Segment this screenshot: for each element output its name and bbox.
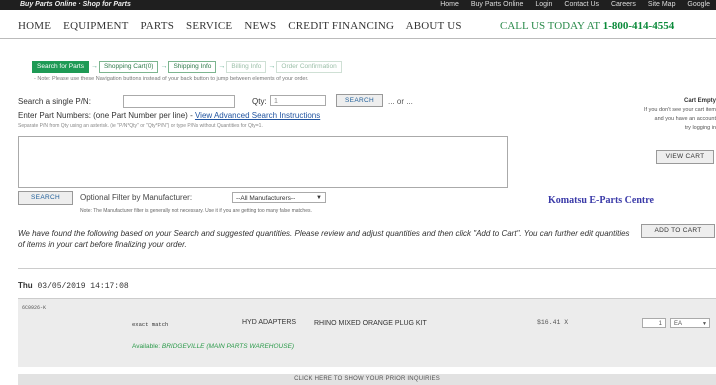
cart-hint-line: If you don't see your cart item [644,107,716,113]
utility-link-login[interactable]: Login [535,1,552,8]
manufacturer-filter-value: --All Manufacturers-- [236,195,296,202]
site-brand[interactable]: Buy Parts Online · Shop for Parts [20,0,131,10]
result-price: $16.41 X [537,319,569,326]
result-part-code: 6C0926-K [22,305,47,311]
result-description: RHINO MIXED ORANGE PLUG KIT [314,320,427,327]
availability-location: BRIDGEVILLE (MAIN PARTS WAREHOUSE) [161,343,295,350]
utility-link-google[interactable]: Google [687,1,710,8]
step-arrow-icon: → [218,63,226,70]
nav-menu: HOME EQUIPMENT PARTS SERVICE NEWS CREDIT… [18,20,471,32]
add-to-cart-button[interactable]: ADD TO CART [641,224,715,238]
single-pn-input[interactable] [123,95,235,108]
main-nav: HOME EQUIPMENT PARTS SERVICE NEWS CREDIT… [0,14,716,39]
nav-item-credit-financing[interactable]: CREDIT FINANCING [288,20,394,32]
uom-value: EA [674,321,683,327]
steps-note: - Note: Please use these Navigation butt… [34,76,309,82]
result-match-type: exact match [132,321,169,328]
search-button[interactable]: SEARCH [336,94,383,107]
search-multi-button[interactable]: SEARCH [18,191,73,205]
result-uom-select[interactable]: EA ▼ [670,318,710,328]
order-steps: Search for Parts → Shopping Cart(0) → Shippi… [32,61,344,73]
nav-item-service[interactable]: SERVICE [186,20,232,32]
nav-item-about-us[interactable]: ABOUT US [406,20,462,32]
utility-link-site-map[interactable]: Site Map [648,1,676,8]
manufacturer-filter-label: Optional Filter by Manufacturer: [80,193,193,202]
result-availability: Available: BRIDGEVILLE (MAIN PARTS WAREH… [132,343,294,350]
step-billing-info: Billing Info [226,61,267,73]
qty-label: Qty: [252,97,267,106]
step-arrow-icon: → [268,63,276,70]
call-us-label: CALL US TODAY AT [500,20,600,32]
view-cart-button[interactable]: VIEW CART [656,150,714,164]
result-category: HYD ADAPTERS [242,319,297,326]
utility-link-careers[interactable]: Careers [611,1,636,8]
availability-label: Available: [132,343,161,350]
step-search-for-parts[interactable]: Search for Parts [32,61,89,73]
manufacturer-filter-select[interactable]: --All Manufacturers-- ▼ [232,192,326,203]
cart-summary: Cart Empty If you don't see your cart it… [586,97,716,133]
utility-link-contact[interactable]: Contact Us [564,1,599,8]
nav-item-equipment[interactable]: EQUIPMENT [63,20,128,32]
step-arrow-icon: → [160,63,168,70]
show-prior-inquiries-link[interactable]: CLICK HERE TO SHOW YOUR PRIOR INQUIRIES [18,374,716,385]
result-row: 6C0926-K exact match HYD ADAPTERS RHINO … [18,298,716,367]
multi-pn-textarea[interactable] [18,136,508,188]
separator-note: Separate P/N from Qty using an asterisk.… [18,123,263,129]
phone-number[interactable]: 1-800-414-4554 [603,20,675,32]
or-separator: ... or ... [388,97,413,106]
step-arrow-icon: → [90,63,98,70]
step-shipping-info[interactable]: Shipping Info [168,61,217,73]
step-order-confirmation: Order Confirmation [276,61,342,73]
chevron-down-icon: ▼ [316,195,322,201]
multi-pn-label: Enter Part Numbers: (one Part Number per… [18,111,320,120]
datetime-value: 03/05/2019 14:17:08 [37,282,129,291]
qty-input[interactable]: 1 [270,95,326,106]
result-qty-input[interactable]: 1 [642,318,666,328]
manufacturer-filter-note: Note: The Manufacturer filter is general… [80,208,312,214]
utility-link-buy-parts[interactable]: Buy Parts Online [471,1,524,8]
advanced-search-instructions-link[interactable]: View Advanced Search Instructions [195,111,320,120]
chevron-down-icon: ▼ [702,321,707,327]
search-datetime: Thu 03/05/2019 14:17:08 [18,281,129,291]
weekday: Thu [18,281,33,290]
divider [18,268,716,269]
utility-link-home[interactable]: Home [440,1,459,8]
nav-item-news[interactable]: NEWS [244,20,276,32]
komatsu-eparts-link[interactable]: Komatsu E-Parts Centre [548,195,654,206]
single-pn-label: Search a single P/N: [18,97,91,106]
step-shopping-cart[interactable]: Shopping Cart(0) [98,61,159,73]
call-us-text: CALL US TODAY AT 1-800-414-4554 [500,20,674,32]
top-utility-bar: Buy Parts Online · Shop for Parts Home B… [0,0,716,10]
cart-hint-line: and you have an account [654,116,716,122]
cart-status: Cart Empty [683,98,716,104]
cart-hint-line: try logging in [684,125,716,131]
nav-item-home[interactable]: HOME [18,20,51,32]
utility-links: Home Buy Parts Online Login Contact Us C… [430,0,710,10]
nav-item-parts[interactable]: PARTS [140,20,174,32]
multi-pn-label-text: Enter Part Numbers: (one Part Number per… [18,111,193,120]
results-instructions: We have found the following based on you… [18,229,630,249]
